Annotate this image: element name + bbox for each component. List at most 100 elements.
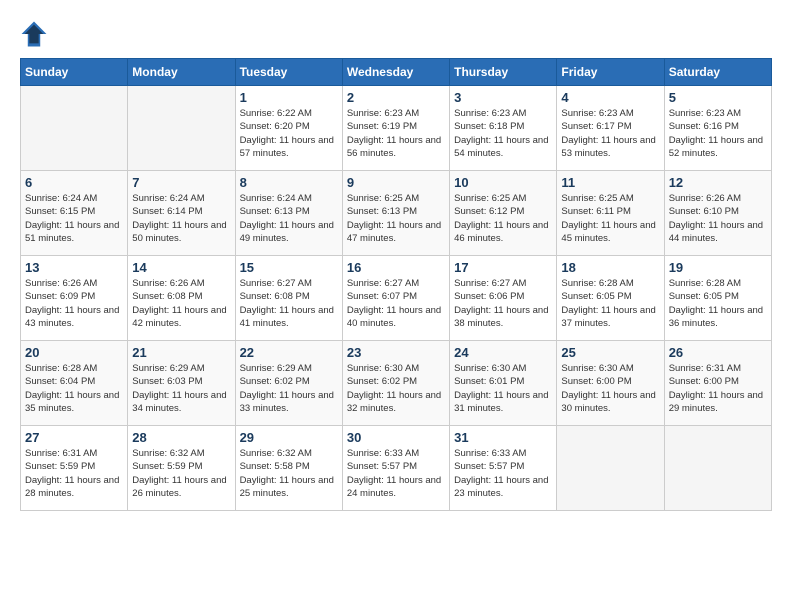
header — [20, 20, 772, 48]
day-info: Sunrise: 6:26 AM Sunset: 6:09 PM Dayligh… — [25, 277, 123, 330]
day-info: Sunrise: 6:29 AM Sunset: 6:03 PM Dayligh… — [132, 362, 230, 415]
weekday-header-monday: Monday — [128, 59, 235, 86]
day-number: 16 — [347, 260, 445, 275]
calendar-cell: 28 Sunrise: 6:32 AM Sunset: 5:59 PM Dayli… — [128, 426, 235, 511]
day-number: 29 — [240, 430, 338, 445]
day-number: 20 — [25, 345, 123, 360]
day-number: 24 — [454, 345, 552, 360]
day-number: 2 — [347, 90, 445, 105]
day-number: 22 — [240, 345, 338, 360]
calendar-cell: 14Sunrise: 6:26 AM Sunset: 6:08 PM Dayli… — [128, 256, 235, 341]
calendar-cell: 19 Sunrise: 6:28 AM Sunset: 6:05 PM Dayli… — [664, 256, 771, 341]
day-info: Sunrise: 6:33 AM Sunset: 5:57 PM Dayligh… — [347, 447, 445, 500]
calendar-body: 1 Sunrise: 6:22 AM Sunset: 6:20 PM Daylig… — [21, 86, 772, 511]
day-number: 4 — [561, 90, 659, 105]
day-info: Sunrise: 6:32 AM Sunset: 5:59 PM Dayligh… — [132, 447, 230, 500]
day-number: 21 — [132, 345, 230, 360]
day-info: Sunrise: 6:33 AM Sunset: 5:57 PM Dayligh… — [454, 447, 552, 500]
calendar-cell: 17 Sunrise: 6:27 AM Sunset: 6:06 PM Dayli… — [450, 256, 557, 341]
calendar-cell: 2Sunrise: 6:23 AM Sunset: 6:19 PM Daylig… — [342, 86, 449, 171]
day-number: 9 — [347, 175, 445, 190]
calendar-cell: 15Sunrise: 6:27 AM Sunset: 6:08 PM Dayli… — [235, 256, 342, 341]
calendar-week-1: 1 Sunrise: 6:22 AM Sunset: 6:20 PM Daylig… — [21, 86, 772, 171]
day-number: 18 — [561, 260, 659, 275]
calendar-cell: 5 Sunrise: 6:23 AM Sunset: 6:16 PM Daylig… — [664, 86, 771, 171]
calendar-cell: 3 Sunrise: 6:23 AM Sunset: 6:18 PM Daylig… — [450, 86, 557, 171]
calendar-week-4: 20Sunrise: 6:28 AM Sunset: 6:04 PM Dayli… — [21, 341, 772, 426]
calendar-cell: 23 Sunrise: 6:30 AM Sunset: 6:02 PM Dayli… — [342, 341, 449, 426]
calendar-cell — [128, 86, 235, 171]
day-info: Sunrise: 6:27 AM Sunset: 6:06 PM Dayligh… — [454, 277, 552, 330]
day-info: Sunrise: 6:25 AM Sunset: 6:11 PM Dayligh… — [561, 192, 659, 245]
calendar-cell: 10 Sunrise: 6:25 AM Sunset: 6:12 PM Dayli… — [450, 171, 557, 256]
calendar-cell: 12Sunrise: 6:26 AM Sunset: 6:10 PM Dayli… — [664, 171, 771, 256]
day-number: 11 — [561, 175, 659, 190]
day-number: 25 — [561, 345, 659, 360]
day-number: 8 — [240, 175, 338, 190]
day-info: Sunrise: 6:30 AM Sunset: 6:02 PM Dayligh… — [347, 362, 445, 415]
calendar-cell: 30 Sunrise: 6:33 AM Sunset: 5:57 PM Dayli… — [342, 426, 449, 511]
calendar-cell: 26 Sunrise: 6:31 AM Sunset: 6:00 PM Dayli… — [664, 341, 771, 426]
calendar-cell: 25 Sunrise: 6:30 AM Sunset: 6:00 PM Dayli… — [557, 341, 664, 426]
day-info: Sunrise: 6:26 AM Sunset: 6:08 PM Dayligh… — [132, 277, 230, 330]
calendar-cell: 29Sunrise: 6:32 AM Sunset: 5:58 PM Dayli… — [235, 426, 342, 511]
calendar-cell: 18 Sunrise: 6:28 AM Sunset: 6:05 PM Dayli… — [557, 256, 664, 341]
day-number: 6 — [25, 175, 123, 190]
day-info: Sunrise: 6:25 AM Sunset: 6:13 PM Dayligh… — [347, 192, 445, 245]
weekday-header-wednesday: Wednesday — [342, 59, 449, 86]
day-number: 27 — [25, 430, 123, 445]
calendar-cell: 4Sunrise: 6:23 AM Sunset: 6:17 PM Daylig… — [557, 86, 664, 171]
day-info: Sunrise: 6:31 AM Sunset: 6:00 PM Dayligh… — [669, 362, 767, 415]
day-info: Sunrise: 6:28 AM Sunset: 6:05 PM Dayligh… — [561, 277, 659, 330]
day-number: 1 — [240, 90, 338, 105]
day-number: 30 — [347, 430, 445, 445]
calendar-week-2: 6Sunrise: 6:24 AM Sunset: 6:15 PM Daylig… — [21, 171, 772, 256]
day-info: Sunrise: 6:23 AM Sunset: 6:16 PM Dayligh… — [669, 107, 767, 160]
calendar-cell: 6Sunrise: 6:24 AM Sunset: 6:15 PM Daylig… — [21, 171, 128, 256]
day-number: 12 — [669, 175, 767, 190]
day-info: Sunrise: 6:30 AM Sunset: 6:01 PM Dayligh… — [454, 362, 552, 415]
day-info: Sunrise: 6:28 AM Sunset: 6:05 PM Dayligh… — [669, 277, 767, 330]
calendar-cell — [557, 426, 664, 511]
day-number: 13 — [25, 260, 123, 275]
calendar-cell: 8Sunrise: 6:24 AM Sunset: 6:13 PM Daylig… — [235, 171, 342, 256]
logo-icon — [20, 20, 48, 48]
calendar-cell: 11 Sunrise: 6:25 AM Sunset: 6:11 PM Dayli… — [557, 171, 664, 256]
day-info: Sunrise: 6:22 AM Sunset: 6:20 PM Dayligh… — [240, 107, 338, 160]
weekday-header-friday: Friday — [557, 59, 664, 86]
calendar-cell: 7Sunrise: 6:24 AM Sunset: 6:14 PM Daylig… — [128, 171, 235, 256]
day-info: Sunrise: 6:30 AM Sunset: 6:00 PM Dayligh… — [561, 362, 659, 415]
weekday-header-row: SundayMondayTuesdayWednesdayThursdayFrid… — [21, 59, 772, 86]
weekday-header-sunday: Sunday — [21, 59, 128, 86]
calendar-cell: 31Sunrise: 6:33 AM Sunset: 5:57 PM Dayli… — [450, 426, 557, 511]
day-number: 5 — [669, 90, 767, 105]
day-info: Sunrise: 6:25 AM Sunset: 6:12 PM Dayligh… — [454, 192, 552, 245]
day-number: 19 — [669, 260, 767, 275]
day-info: Sunrise: 6:23 AM Sunset: 6:18 PM Dayligh… — [454, 107, 552, 160]
calendar-cell: 9 Sunrise: 6:25 AM Sunset: 6:13 PM Daylig… — [342, 171, 449, 256]
calendar-cell: 24 Sunrise: 6:30 AM Sunset: 6:01 PM Dayli… — [450, 341, 557, 426]
day-info: Sunrise: 6:31 AM Sunset: 5:59 PM Dayligh… — [25, 447, 123, 500]
calendar-cell — [21, 86, 128, 171]
calendar-cell: 27 Sunrise: 6:31 AM Sunset: 5:59 PM Dayli… — [21, 426, 128, 511]
day-info: Sunrise: 6:27 AM Sunset: 6:08 PM Dayligh… — [240, 277, 338, 330]
calendar-week-3: 13 Sunrise: 6:26 AM Sunset: 6:09 PM Dayli… — [21, 256, 772, 341]
day-number: 23 — [347, 345, 445, 360]
day-number: 3 — [454, 90, 552, 105]
day-number: 10 — [454, 175, 552, 190]
calendar-cell: 16 Sunrise: 6:27 AM Sunset: 6:07 PM Dayli… — [342, 256, 449, 341]
day-number: 28 — [132, 430, 230, 445]
day-info: Sunrise: 6:27 AM Sunset: 6:07 PM Dayligh… — [347, 277, 445, 330]
calendar-cell: 20Sunrise: 6:28 AM Sunset: 6:04 PM Dayli… — [21, 341, 128, 426]
calendar-cell: 21 Sunrise: 6:29 AM Sunset: 6:03 PM Dayli… — [128, 341, 235, 426]
day-info: Sunrise: 6:24 AM Sunset: 6:14 PM Dayligh… — [132, 192, 230, 245]
day-number: 26 — [669, 345, 767, 360]
weekday-header-saturday: Saturday — [664, 59, 771, 86]
calendar-cell: 13 Sunrise: 6:26 AM Sunset: 6:09 PM Dayli… — [21, 256, 128, 341]
day-number: 17 — [454, 260, 552, 275]
calendar-cell: 22Sunrise: 6:29 AM Sunset: 6:02 PM Dayli… — [235, 341, 342, 426]
calendar-week-5: 27 Sunrise: 6:31 AM Sunset: 5:59 PM Dayli… — [21, 426, 772, 511]
calendar-cell: 1 Sunrise: 6:22 AM Sunset: 6:20 PM Daylig… — [235, 86, 342, 171]
logo — [20, 20, 52, 48]
calendar-cell — [664, 426, 771, 511]
